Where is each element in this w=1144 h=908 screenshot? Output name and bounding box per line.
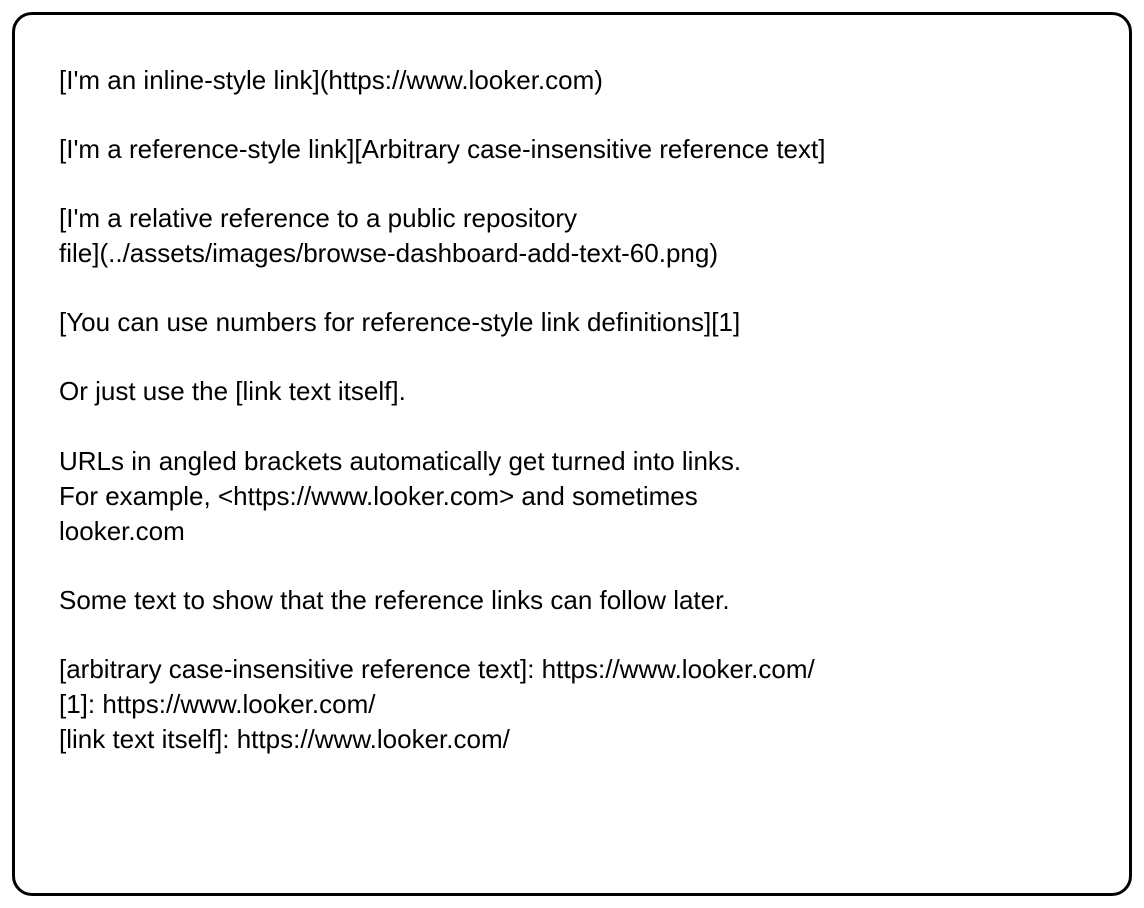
paragraph: URLs in angled brackets automatically ge… <box>59 444 1085 549</box>
text-line: For example, <https://www.looker.com> an… <box>59 479 1085 514</box>
paragraph: [I'm a reference-style link][Arbitrary c… <box>59 132 1085 167</box>
paragraph: [I'm a relative reference to a public re… <box>59 201 1085 271</box>
text-line: [I'm a reference-style link][Arbitrary c… <box>59 132 1085 167</box>
paragraph: [You can use numbers for reference-style… <box>59 305 1085 340</box>
text-line: looker.com <box>59 514 1085 549</box>
text-line: [link text itself]: https://www.looker.c… <box>59 722 1085 757</box>
text-line: file](../assets/images/browse-dashboard-… <box>59 236 1085 271</box>
text-line: Or just use the [link text itself]. <box>59 374 1085 409</box>
paragraph: Some text to show that the reference lin… <box>59 583 1085 618</box>
text-line: [arbitrary case-insensitive reference te… <box>59 652 1085 687</box>
document-card: [I'm an inline-style link](https://www.l… <box>12 12 1132 896</box>
text-line: [You can use numbers for reference-style… <box>59 305 1085 340</box>
text-line: [1]: https://www.looker.com/ <box>59 687 1085 722</box>
paragraph: [I'm an inline-style link](https://www.l… <box>59 63 1085 98</box>
text-line: Some text to show that the reference lin… <box>59 583 1085 618</box>
text-line: [I'm an inline-style link](https://www.l… <box>59 63 1085 98</box>
paragraph: Or just use the [link text itself]. <box>59 374 1085 409</box>
text-line: [I'm a relative reference to a public re… <box>59 201 1085 236</box>
text-line: URLs in angled brackets automatically ge… <box>59 444 1085 479</box>
paragraph: [arbitrary case-insensitive reference te… <box>59 652 1085 757</box>
